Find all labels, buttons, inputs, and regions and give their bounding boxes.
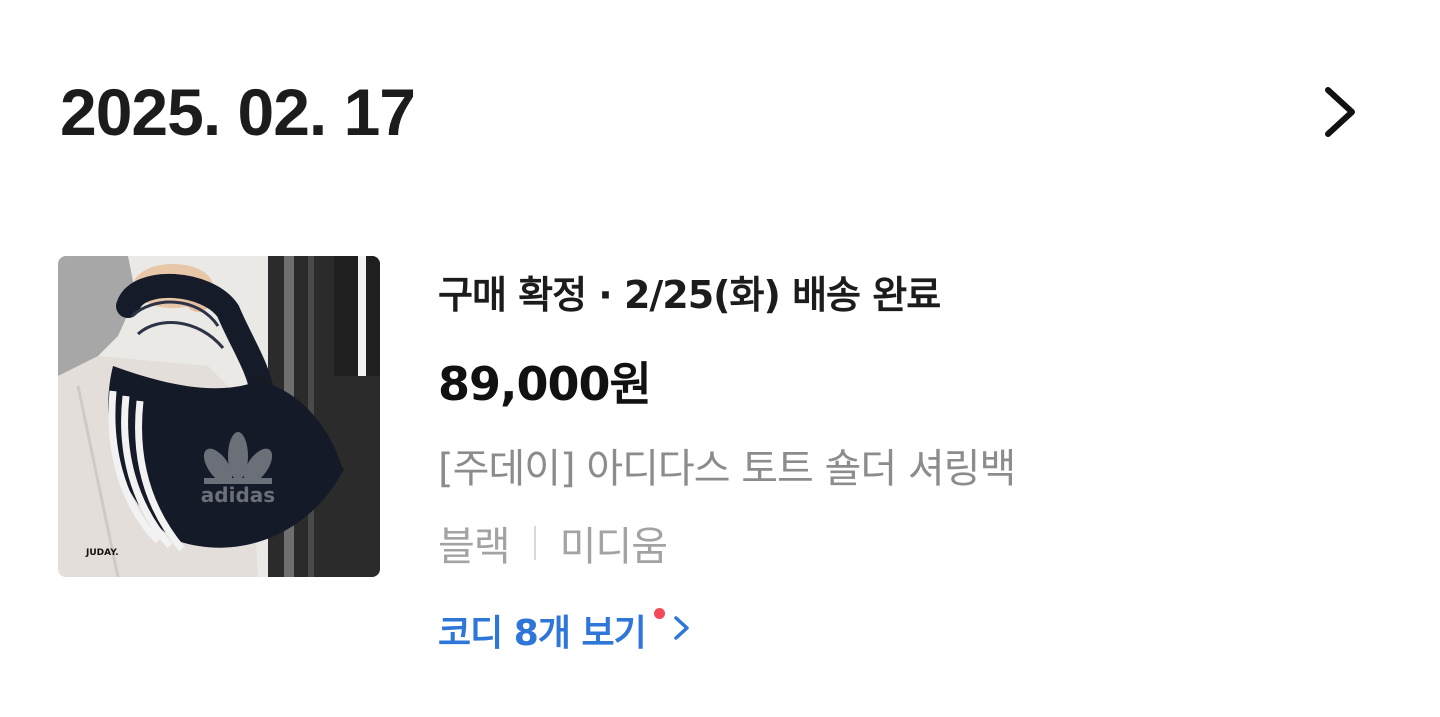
new-indicator-dot [653, 607, 665, 619]
product-price: 89,000원 [438, 357, 652, 411]
chevron-right-icon [1325, 87, 1355, 137]
product-options: 블랙 미디움 [438, 514, 668, 572]
view-coordi-button[interactable]: 코디 8개 보기 [438, 604, 693, 656]
chevron-right-icon [671, 613, 693, 647]
product-name[interactable]: [주데이] 아디다스 토트 숄더 셔링백 [438, 436, 1016, 494]
option-divider [533, 526, 536, 560]
delivery-status: 구매 확정 · 2/25(화) 배송 완료 [438, 273, 941, 317]
image-watermark: JUDAY. [85, 548, 119, 558]
order-detail-button[interactable] [1312, 82, 1368, 142]
view-coordi-label: 코디 8개 보기 [438, 613, 647, 654]
option-color: 블랙 [438, 524, 511, 570]
product-image[interactable]: adidas JUDAY. [58, 256, 380, 577]
option-size: 미디움 [559, 524, 668, 570]
bag-logo-text: adidas [201, 483, 275, 507]
order-date: 2025. 02. 17 [60, 75, 416, 149]
